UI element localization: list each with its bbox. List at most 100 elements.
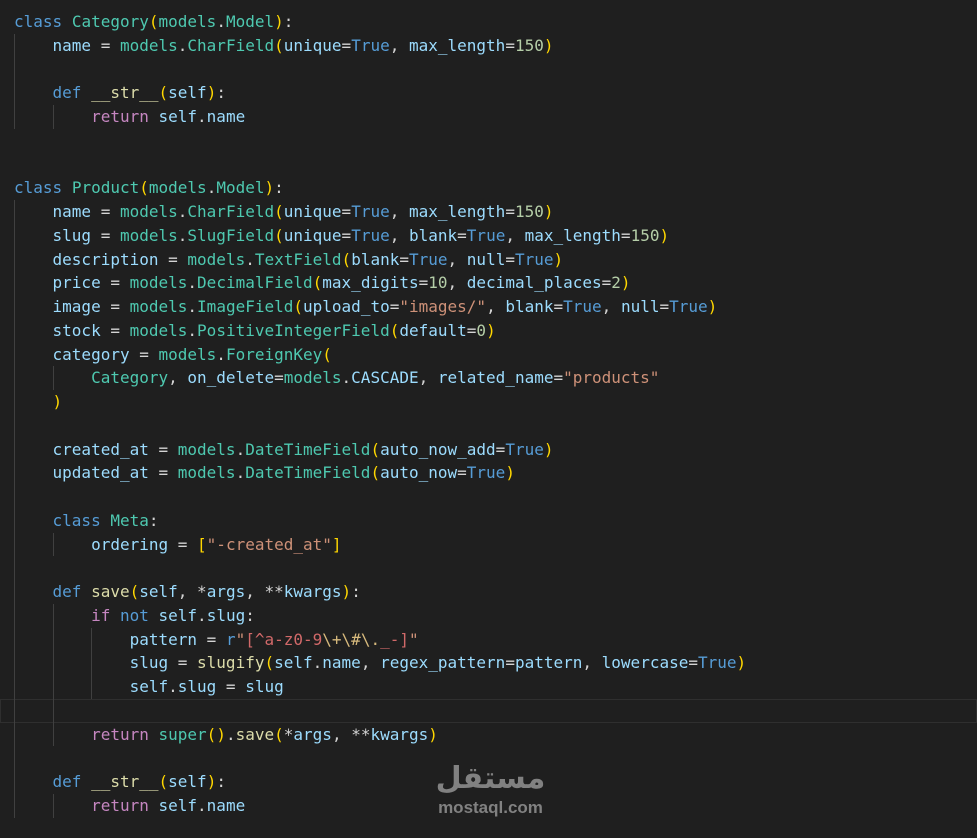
indent-guide [91, 627, 93, 652]
code-line[interactable]: def __str__(self): [0, 81, 977, 105]
code-line[interactable]: stock = models.PositiveIntegerField(defa… [0, 318, 977, 343]
code-line[interactable]: slug = models.SlugField(unique=True, bla… [0, 223, 977, 248]
code-line[interactable]: created_at = models.DateTimeField(auto_n… [0, 437, 977, 462]
code-line[interactable]: ordering = ["-created_at"] [0, 532, 977, 557]
code-token: max_digits [322, 273, 419, 293]
code-token: = [129, 344, 159, 364]
code-token: 150 [514, 202, 544, 221]
code-token: = [389, 297, 400, 316]
code-line[interactable]: description = models.TextField(blank=Tru… [0, 247, 977, 272]
code-token: ( [148, 12, 159, 31]
code-token: ) [341, 582, 352, 601]
code-line[interactable]: name = models.CharField(unique=True, max… [0, 33, 977, 58]
code-line[interactable]: class Product(models.Model): [0, 176, 977, 200]
code-token: slug [129, 653, 169, 673]
code-token: = [168, 534, 198, 554]
code-token: ) [206, 772, 217, 791]
code-token: self [274, 653, 313, 673]
code-token: Product [71, 178, 140, 198]
code-token: = [457, 225, 467, 245]
code-token: True [409, 249, 448, 269]
code-token: ) [543, 35, 554, 55]
code-token: = [158, 249, 188, 269]
code-token: max_length [524, 225, 621, 245]
code-editor[interactable]: class Category(models.Model): name = mod… [0, 0, 977, 838]
code-token: models [158, 12, 217, 31]
code-line[interactable]: name = models.CharField(unique=True, max… [0, 200, 977, 224]
code-line[interactable] [0, 485, 977, 509]
code-line[interactable]: return super().save(*args, **kwargs) [0, 722, 977, 747]
code-line[interactable]: if not self.slug: [0, 603, 977, 628]
code-line[interactable]: slug = slugify(self.name, regex_pattern=… [0, 651, 977, 675]
code-token: ) [486, 320, 496, 340]
code-token: models [187, 249, 246, 269]
code-line[interactable]: self.slug = slug [0, 675, 977, 699]
indent-guide [14, 651, 15, 675]
code-token: 150 [514, 35, 544, 55]
code-token: name [52, 202, 92, 221]
code-line[interactable]: class Meta: [0, 508, 977, 533]
indent-guide [14, 508, 15, 533]
indent-guide [14, 461, 15, 485]
code-line[interactable] [0, 129, 977, 153]
code-token: . [177, 202, 188, 221]
code-token: name [206, 107, 246, 126]
code-token: = [553, 297, 564, 316]
code-token: self [168, 83, 207, 103]
code-token: = [341, 35, 352, 55]
code-token: = [216, 677, 246, 696]
indent-guide [14, 556, 15, 580]
indent-guide [52, 603, 54, 628]
code-token: , [389, 225, 409, 245]
code-token: \+\#\. [322, 629, 381, 649]
code-line[interactable]: pattern = r"[^a-z0-9\+\#\._-]" [0, 627, 977, 652]
code-line[interactable] [0, 556, 977, 580]
code-line[interactable] [0, 698, 977, 723]
code-token: ( [341, 249, 352, 269]
code-token: , [505, 225, 525, 245]
code-line[interactable]: def save(self, *args, **kwargs): [0, 580, 977, 604]
code-token: pattern [514, 653, 583, 673]
code-line[interactable]: category = models.ForeignKey( [0, 342, 977, 367]
code-token: True [698, 653, 737, 673]
code-token: class [14, 178, 63, 198]
code-line[interactable]: return self.name [0, 105, 977, 129]
code-token: [ [197, 534, 207, 554]
code-token: , [447, 249, 467, 269]
code-token: ForeignKey [225, 344, 323, 364]
code-token: ( [312, 273, 323, 293]
code-token: . [216, 344, 226, 364]
code-token: DateTimeField [245, 463, 371, 483]
code-token: = [148, 463, 178, 483]
code-line[interactable]: Category, on_delete=models.CASCADE, rela… [0, 366, 977, 390]
code-token: . [168, 677, 178, 696]
code-line[interactable]: ) [0, 390, 977, 414]
indent-guide [14, 105, 15, 129]
code-line[interactable]: class Category(models.Model): [0, 10, 977, 34]
code-line[interactable] [0, 413, 977, 438]
code-token: auto_now_add [380, 439, 496, 459]
indent-guide [14, 603, 15, 628]
code-token: "images/" [399, 297, 487, 316]
code-line[interactable] [0, 153, 977, 177]
code-token: ) [206, 83, 217, 103]
code-token: . [225, 724, 236, 744]
code-token: = [505, 653, 515, 673]
code-line[interactable]: price = models.DecimalField(max_digits=1… [0, 271, 977, 295]
code-line[interactable]: image = models.ImageField(upload_to="ima… [0, 295, 977, 319]
code-token: ) [264, 178, 275, 198]
code-token: ( [389, 320, 400, 340]
indent-guide [14, 437, 15, 462]
code-line[interactable] [0, 57, 977, 82]
code-line[interactable]: updated_at = models.DateTimeField(auto_n… [0, 461, 977, 485]
code-token: models [119, 35, 178, 55]
code-token: TextField [254, 249, 342, 269]
code-token: = [553, 368, 564, 388]
code-token: models [148, 178, 207, 198]
code-token: " [408, 629, 419, 649]
